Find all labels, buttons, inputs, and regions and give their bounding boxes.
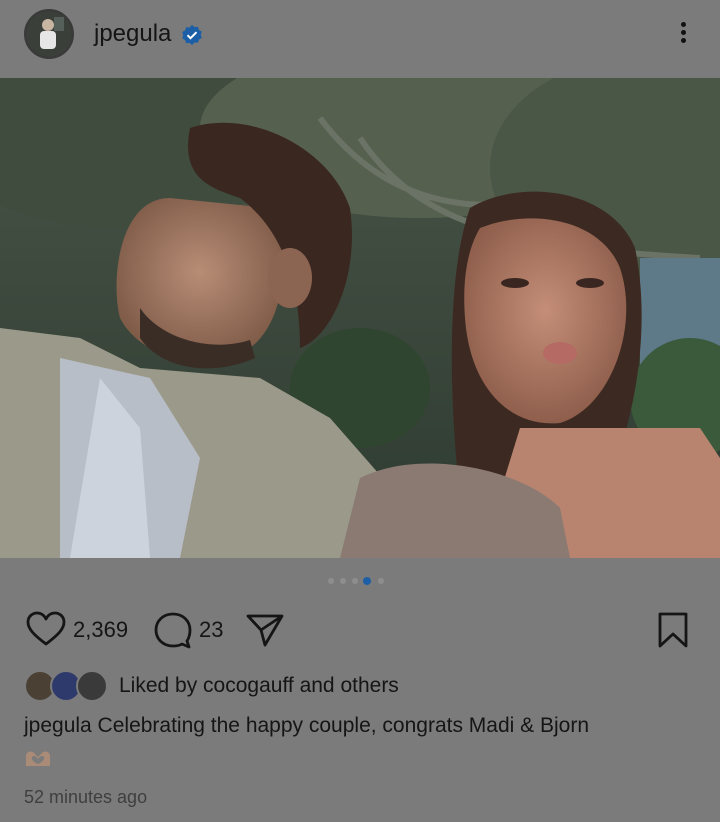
carousel-indicator — [326, 576, 396, 586]
carousel-dot — [328, 578, 334, 584]
profile-avatar[interactable] — [24, 9, 74, 59]
heart-icon[interactable] — [26, 611, 66, 647]
heart-hands-emoji-icon — [26, 751, 50, 766]
post-caption: jpegula Celebrating the happy couple, co… — [24, 714, 590, 737]
carousel-dot-active — [363, 577, 371, 585]
liked-by-row[interactable]: Liked by cocogauff and others — [24, 668, 714, 704]
bookmark-icon[interactable] — [655, 611, 691, 649]
comment-icon[interactable] — [153, 611, 193, 649]
more-options-icon[interactable] — [673, 19, 693, 49]
username[interactable]: jpegula — [94, 20, 171, 48]
liked-by-text[interactable]: Liked by cocogauff and others — [119, 674, 399, 698]
carousel-dot — [378, 578, 384, 584]
carousel-dot — [352, 578, 358, 584]
comment-count[interactable]: 23 — [199, 617, 223, 643]
action-bar: 2,369 23 — [0, 605, 720, 655]
verified-badge-icon — [182, 25, 202, 45]
post-header: jpegula — [0, 0, 720, 78]
carousel-dot — [340, 578, 346, 584]
like-count[interactable]: 2,369 — [73, 617, 128, 643]
send-icon[interactable] — [245, 613, 285, 647]
post-timestamp: 52 minutes ago — [24, 787, 148, 807]
post-photo[interactable] — [0, 78, 720, 558]
liker-avatar — [76, 670, 108, 702]
